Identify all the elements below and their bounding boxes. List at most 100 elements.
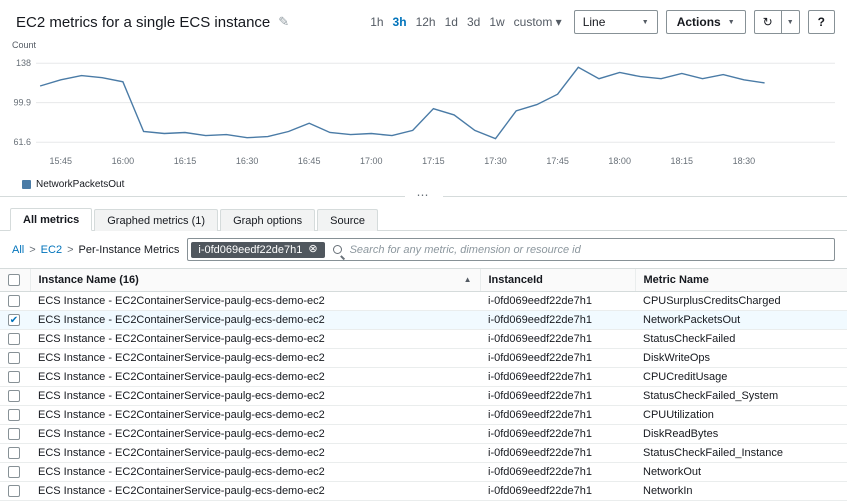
metric-checkbox[interactable] bbox=[8, 352, 20, 364]
edit-title-icon[interactable]: ✎ bbox=[278, 14, 289, 30]
instance-id-cell: i-0fd069eedf22de7h1 bbox=[480, 482, 635, 501]
metric-checkbox[interactable]: ✔ bbox=[8, 314, 20, 326]
instance-id-cell: i-0fd069eedf22de7h1 bbox=[480, 368, 635, 387]
instance-name-cell: ECS Instance - EC2ContainerService-paulg… bbox=[30, 330, 480, 349]
tab-graphed-metrics-1-[interactable]: Graphed metrics (1) bbox=[94, 209, 218, 231]
metric-row[interactable]: ECS Instance - EC2ContainerService-paulg… bbox=[0, 292, 847, 311]
metric-row[interactable]: ECS Instance - EC2ContainerService-paulg… bbox=[0, 463, 847, 482]
metric-name-cell: NetworkIn bbox=[635, 482, 847, 501]
metric-row[interactable]: ECS Instance - EC2ContainerService-paulg… bbox=[0, 387, 847, 406]
instance-id-cell: i-0fd069eedf22de7h1 bbox=[480, 444, 635, 463]
metric-name-cell: NetworkPacketsOut bbox=[635, 311, 847, 330]
instance-id-cell: i-0fd069eedf22de7h1 bbox=[480, 349, 635, 368]
select-all-checkbox[interactable] bbox=[8, 274, 20, 286]
metric-checkbox[interactable] bbox=[8, 409, 20, 421]
legend-label[interactable]: NetworkPacketsOut bbox=[36, 179, 124, 190]
row-checkbox-cell[interactable] bbox=[0, 406, 30, 425]
row-checkbox-cell[interactable] bbox=[0, 349, 30, 368]
actions-button[interactable]: Actions ▼ bbox=[666, 10, 746, 34]
column-header-instance-name[interactable]: Instance Name (16)▲ bbox=[30, 269, 480, 292]
instance-name-cell: ECS Instance - EC2ContainerService-paulg… bbox=[30, 387, 480, 406]
chart-type-select[interactable]: Line ▼ bbox=[574, 10, 658, 34]
row-checkbox-cell[interactable]: ✔ bbox=[0, 311, 30, 330]
time-range-selector: 1h 3h 12h 1d 3d 1w custom ▾ bbox=[370, 15, 562, 29]
breadcrumb-all[interactable]: All bbox=[12, 244, 24, 256]
instance-id-cell: i-0fd069eedf22de7h1 bbox=[480, 292, 635, 311]
metric-row[interactable]: ECS Instance - EC2ContainerService-paulg… bbox=[0, 482, 847, 501]
time-range-1w[interactable]: 1w bbox=[489, 15, 504, 29]
y-axis-label: Count bbox=[12, 40, 841, 50]
help-button[interactable]: ? bbox=[808, 10, 835, 34]
metric-name-cell: StatusCheckFailed bbox=[635, 330, 847, 349]
row-checkbox-cell[interactable] bbox=[0, 387, 30, 406]
tab-source[interactable]: Source bbox=[317, 209, 378, 231]
metric-checkbox[interactable] bbox=[8, 447, 20, 459]
metric-checkbox[interactable] bbox=[8, 466, 20, 478]
filter-token: i-0fd069eedf22de7h1 ⊗ bbox=[191, 242, 324, 258]
filter-row: All>EC2>Per-Instance Metrics i-0fd069eed… bbox=[0, 231, 847, 268]
remove-token-icon[interactable]: ⊗ bbox=[308, 244, 317, 255]
header: EC2 metrics for a single ECS instance ✎ … bbox=[0, 0, 847, 36]
metric-row[interactable]: ECS Instance - EC2ContainerService-paulg… bbox=[0, 330, 847, 349]
metric-checkbox[interactable] bbox=[8, 333, 20, 345]
metric-row[interactable]: ECS Instance - EC2ContainerService-paulg… bbox=[0, 444, 847, 463]
chart-plot[interactable]: 61.699.913815:4516:0016:1516:3016:4517:0… bbox=[6, 50, 841, 179]
page-title: EC2 metrics for a single ECS instance bbox=[16, 14, 270, 31]
metric-name-cell: StatusCheckFailed_System bbox=[635, 387, 847, 406]
metric-checkbox[interactable] bbox=[8, 428, 20, 440]
svg-text:18:15: 18:15 bbox=[671, 156, 694, 166]
pane-divider: ⋯ bbox=[0, 196, 847, 204]
tab-bar: All metricsGraphed metrics (1)Graph opti… bbox=[0, 204, 847, 231]
column-header-instance-id[interactable]: InstanceId bbox=[480, 269, 635, 292]
row-checkbox-cell[interactable] bbox=[0, 482, 30, 501]
metric-row[interactable]: ECS Instance - EC2ContainerService-paulg… bbox=[0, 425, 847, 444]
instance-name-cell: ECS Instance - EC2ContainerService-paulg… bbox=[30, 406, 480, 425]
row-checkbox-cell[interactable] bbox=[0, 292, 30, 311]
metric-name-cell: StatusCheckFailed_Instance bbox=[635, 444, 847, 463]
time-range-12h[interactable]: 12h bbox=[416, 15, 436, 29]
row-checkbox-cell[interactable] bbox=[0, 330, 30, 349]
metric-name-cell: NetworkOut bbox=[635, 463, 847, 482]
svg-text:18:30: 18:30 bbox=[733, 156, 756, 166]
instance-name-cell: ECS Instance - EC2ContainerService-paulg… bbox=[30, 349, 480, 368]
table-header-row: Instance Name (16)▲ InstanceId Metric Na… bbox=[0, 269, 847, 292]
row-checkbox-cell[interactable] bbox=[0, 444, 30, 463]
row-checkbox-cell[interactable] bbox=[0, 425, 30, 444]
metric-row[interactable]: ✔ ECS Instance - EC2ContainerService-paul… bbox=[0, 311, 847, 330]
time-range-3d[interactable]: 3d bbox=[467, 15, 480, 29]
instance-name-cell: ECS Instance - EC2ContainerService-paulg… bbox=[30, 311, 480, 330]
svg-text:16:45: 16:45 bbox=[298, 156, 321, 166]
metric-row[interactable]: ECS Instance - EC2ContainerService-paulg… bbox=[0, 406, 847, 425]
row-checkbox-cell[interactable] bbox=[0, 463, 30, 482]
breadcrumb-separator: > bbox=[67, 244, 73, 256]
instance-id-cell: i-0fd069eedf22de7h1 bbox=[480, 311, 635, 330]
metric-checkbox[interactable] bbox=[8, 295, 20, 307]
metrics-chart[interactable]: Count 61.699.913815:4516:0016:1516:3016:… bbox=[0, 36, 847, 190]
metric-row[interactable]: ECS Instance - EC2ContainerService-paulg… bbox=[0, 349, 847, 368]
metric-checkbox[interactable] bbox=[8, 371, 20, 383]
time-range-1h[interactable]: 1h bbox=[370, 15, 383, 29]
svg-text:16:00: 16:00 bbox=[112, 156, 135, 166]
instance-name-cell: ECS Instance - EC2ContainerService-paulg… bbox=[30, 368, 480, 387]
cloudwatch-window: EC2 metrics for a single ECS instance ✎ … bbox=[0, 0, 847, 501]
time-range-custom[interactable]: custom ▾ bbox=[514, 15, 562, 29]
tab-all-metrics[interactable]: All metrics bbox=[10, 208, 92, 231]
select-all-header[interactable] bbox=[0, 269, 30, 292]
time-range-3h[interactable]: 3h bbox=[393, 15, 407, 29]
metric-checkbox[interactable] bbox=[8, 485, 20, 497]
metric-checkbox[interactable] bbox=[8, 390, 20, 402]
column-header-metric-name[interactable]: Metric Name bbox=[635, 269, 847, 292]
tab-graph-options[interactable]: Graph options bbox=[220, 209, 315, 231]
row-checkbox-cell[interactable] bbox=[0, 368, 30, 387]
metric-search-box[interactable]: i-0fd069eedf22de7h1 ⊗ Search for any met… bbox=[187, 238, 835, 261]
metric-name-cell: CPUSurplusCreditsCharged bbox=[635, 292, 847, 311]
refresh-options-button[interactable]: ▼ bbox=[782, 10, 800, 34]
resize-handle[interactable]: ⋯ bbox=[405, 188, 443, 202]
metric-name-cell: CPUUtilization bbox=[635, 406, 847, 425]
breadcrumb-separator: > bbox=[29, 244, 35, 256]
time-range-1d[interactable]: 1d bbox=[445, 15, 458, 29]
metric-row[interactable]: ECS Instance - EC2ContainerService-paulg… bbox=[0, 368, 847, 387]
chevron-down-icon: ▼ bbox=[642, 19, 649, 26]
breadcrumb-ec2[interactable]: EC2 bbox=[41, 244, 62, 256]
refresh-button[interactable]: ↻ bbox=[754, 10, 782, 34]
